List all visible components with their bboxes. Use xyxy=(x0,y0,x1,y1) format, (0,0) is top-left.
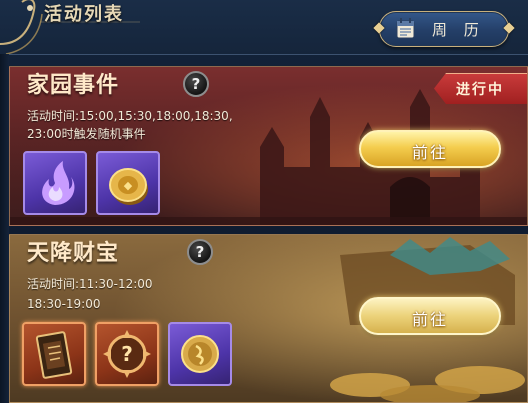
button-cap-right xyxy=(503,22,515,34)
button-cap-left xyxy=(373,22,385,34)
event-time-line1: 活动时间:11:30-12:00 xyxy=(27,277,153,291)
help-icon[interactable]: ? xyxy=(187,239,213,265)
calendar-button[interactable]: 周 历 xyxy=(373,11,515,47)
go-button-label: 前往 xyxy=(411,143,448,162)
go-button-label: 前往 xyxy=(411,310,448,329)
reward-slot-mystery[interactable]: ? xyxy=(95,322,159,386)
go-button[interactable]: 前往 xyxy=(359,297,501,335)
event-title: 家园事件 xyxy=(27,73,120,98)
event-time-line2: 18:30-19:00 xyxy=(27,297,101,311)
treasure-scroll-icon xyxy=(35,331,73,379)
go-button[interactable]: 前往 xyxy=(359,130,501,168)
gold-coin-icon: ◆ xyxy=(109,168,148,205)
gold-medal-icon xyxy=(181,335,219,373)
mystery-reward-icon: ? xyxy=(103,330,151,378)
activity-list-screen: 活动列表 周 历 家园事件 ? 进行中 活动时间:15:00,15:30,18:… xyxy=(0,0,528,403)
reward-slot-medal[interactable] xyxy=(168,322,232,386)
event-card-home: 家园事件 ? 进行中 活动时间:15:00,15:30,18:00,18:30,… xyxy=(9,66,528,226)
event-time-line1: 活动时间:15:00,15:30,18:00,18:30, xyxy=(27,109,233,123)
help-icon[interactable]: ? xyxy=(183,71,209,97)
status-ribbon: 进行中 xyxy=(434,73,527,104)
event-title: 天降财宝 xyxy=(27,241,120,266)
calendar-label: 周 历 xyxy=(432,21,485,39)
left-frame xyxy=(0,54,9,403)
status-label: 进行中 xyxy=(456,82,504,98)
reward-slot-scroll[interactable] xyxy=(22,322,86,386)
svg-text:◆: ◆ xyxy=(124,179,133,192)
reward-slot-coin[interactable]: ◆ xyxy=(96,151,160,215)
event-time-line2: 23:00时触发随机事件 xyxy=(27,127,146,141)
reward-slot-flame[interactable] xyxy=(23,151,87,215)
event-card-treasure: 天降财宝 ? 活动时间:11:30-12:00 18:30-19:00 ? 前往 xyxy=(9,234,528,403)
calendar-icon xyxy=(396,18,415,39)
purple-flame-icon xyxy=(42,161,75,205)
header-bar: 活动列表 周 历 xyxy=(0,0,528,55)
svg-text:?: ? xyxy=(121,342,133,366)
page-title: 活动列表 xyxy=(44,4,124,25)
